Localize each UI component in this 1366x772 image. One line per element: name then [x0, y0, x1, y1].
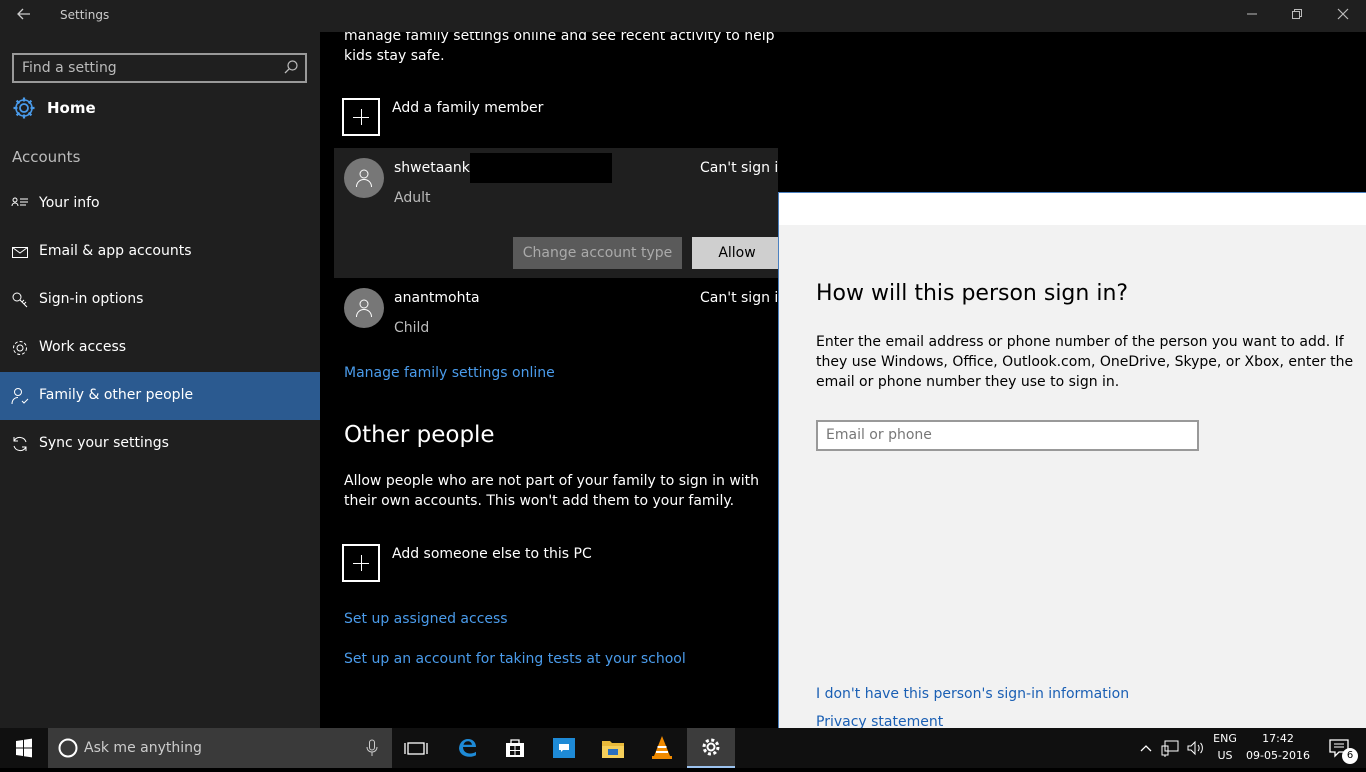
- member-name: anantmohta: [394, 290, 480, 306]
- member-role: Adult: [394, 190, 431, 206]
- vlc-player-icon[interactable]: [638, 728, 686, 768]
- file-explorer-icon[interactable]: [589, 728, 637, 768]
- other-people-heading: Other people: [344, 422, 495, 448]
- notification-count-badge: 6: [1342, 748, 1358, 764]
- background-area: [778, 32, 1366, 192]
- member-name: shwetaanka: [394, 160, 479, 176]
- briefcase-gear-icon: [11, 339, 29, 357]
- family-member-card[interactable]: shwetaanka Adult Can't sign in Change ac…: [334, 148, 778, 278]
- school-tests-account-link[interactable]: Set up an account for taking tests at yo…: [344, 651, 686, 667]
- sidebar-item-family-other-people[interactable]: Family & other people: [0, 372, 320, 420]
- gear-icon: [12, 96, 36, 120]
- person-icon: [356, 299, 372, 318]
- avatar: [344, 158, 384, 198]
- privacy-statement-link[interactable]: Privacy statement: [816, 714, 943, 728]
- manage-family-settings-link[interactable]: Manage family settings online: [344, 365, 555, 381]
- action-center-icon[interactable]: 6: [1318, 734, 1358, 764]
- person-icon: [11, 387, 29, 405]
- allow-button[interactable]: Allow: [692, 237, 778, 269]
- member-status: Can't sign in: [700, 160, 778, 176]
- title-bar: Settings: [0, 0, 1366, 32]
- sidebar-item-email-app-accounts[interactable]: Email & app accounts: [0, 228, 320, 276]
- sidebar-item-label: Sign-in options: [39, 291, 144, 307]
- back-arrow-icon[interactable]: [14, 6, 34, 26]
- change-account-type-button[interactable]: Change account type: [513, 237, 682, 269]
- sidebar: Home Accounts Your info Email & app acco…: [0, 32, 320, 728]
- no-sign-in-info-link[interactable]: I don't have this person's sign-in infor…: [816, 686, 1129, 702]
- cortana-icon: [58, 738, 78, 758]
- clock[interactable]: 17:42 09-05-2016: [1244, 732, 1312, 766]
- sidebar-item-work-access[interactable]: Work access: [0, 324, 320, 372]
- dialog-instructions: Enter the email address or phone number …: [816, 334, 1354, 390]
- cortana-search-box[interactable]: [48, 728, 392, 768]
- store-icon[interactable]: [491, 728, 539, 768]
- member-status: Can't sign in: [700, 290, 778, 306]
- assigned-access-link[interactable]: Set up assigned access: [344, 611, 508, 627]
- plus-icon[interactable]: [342, 98, 380, 136]
- add-user-dialog: How will this person sign in? Enter the …: [778, 192, 1366, 728]
- family-member-card[interactable]: anantmohta Child Can't sign in: [334, 278, 778, 342]
- close-icon[interactable]: [1320, 0, 1366, 32]
- find-setting-search[interactable]: [12, 53, 307, 83]
- settings-app-icon[interactable]: [687, 728, 735, 768]
- window-title: Settings: [60, 8, 110, 22]
- other-people-description: Allow people who are not part of your fa…: [344, 473, 760, 509]
- input-language-indicator[interactable]: ENG US: [1208, 732, 1242, 766]
- main-content: manage family settings online and see re…: [320, 32, 778, 728]
- id-card-icon: [11, 195, 29, 213]
- sync-icon: [11, 435, 29, 453]
- language-text: ENG: [1213, 732, 1237, 745]
- key-icon: [11, 291, 29, 309]
- home-nav-item[interactable]: Home: [12, 96, 312, 122]
- minimize-icon[interactable]: [1229, 0, 1275, 32]
- sidebar-item-your-info[interactable]: Your info: [0, 180, 320, 228]
- find-setting-input[interactable]: [22, 58, 272, 78]
- add-someone-else-button[interactable]: Add someone else to this PC: [392, 546, 592, 562]
- add-family-member-button[interactable]: Add a family member: [392, 100, 543, 116]
- sidebar-item-label: Work access: [39, 339, 127, 355]
- email-phone-field[interactable]: [816, 420, 1199, 451]
- network-icon[interactable]: [1160, 738, 1180, 758]
- sidebar-item-label: Sync your settings: [39, 435, 169, 451]
- feedback-app-icon[interactable]: [540, 728, 588, 768]
- plus-icon[interactable]: [342, 544, 380, 582]
- taskbar: ENG US 17:42 09-05-2016 6: [0, 728, 1366, 768]
- task-view-icon[interactable]: [392, 728, 440, 768]
- family-intro-text: manage family settings online and see re…: [344, 32, 775, 64]
- envelope-icon: [11, 243, 29, 261]
- sidebar-item-sync-settings[interactable]: Sync your settings: [0, 420, 320, 468]
- show-hidden-icons-icon[interactable]: [1138, 738, 1154, 758]
- sidebar-item-label: Email & app accounts: [39, 243, 192, 259]
- dialog-title: How will this person sign in?: [816, 281, 1129, 306]
- microphone-icon: [366, 739, 378, 756]
- edge-browser-icon[interactable]: [443, 728, 491, 768]
- accounts-section-label: Accounts: [12, 148, 81, 166]
- redaction-box: [470, 153, 612, 183]
- volume-icon[interactable]: [1185, 738, 1205, 758]
- clock-date: 09-05-2016: [1246, 749, 1310, 762]
- sidebar-item-label: Family & other people: [39, 387, 194, 403]
- windows-logo-icon: [16, 738, 32, 758]
- search-icon[interactable]: [283, 59, 299, 75]
- region-text: US: [1217, 749, 1233, 762]
- avatar: [344, 288, 384, 328]
- sidebar-item-label: Your info: [39, 195, 100, 211]
- sidebar-item-sign-in-options[interactable]: Sign-in options: [0, 276, 320, 324]
- clock-time: 17:42: [1262, 732, 1294, 745]
- start-button[interactable]: [0, 728, 48, 768]
- email-phone-input[interactable]: [826, 425, 1186, 445]
- restore-icon[interactable]: [1274, 0, 1320, 32]
- cortana-search-input[interactable]: [84, 738, 354, 758]
- home-label: Home: [47, 99, 96, 117]
- member-role: Child: [394, 320, 430, 336]
- dialog-header-bar: [779, 193, 1366, 225]
- person-icon: [356, 169, 372, 188]
